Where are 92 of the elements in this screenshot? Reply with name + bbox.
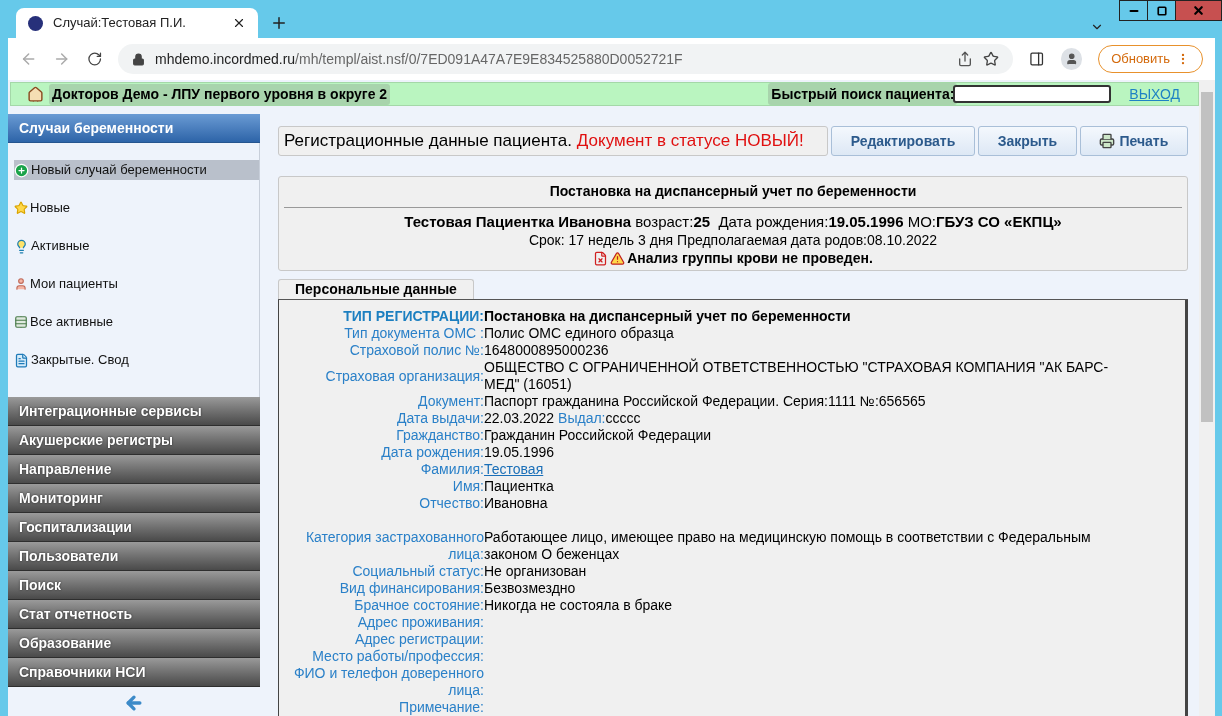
- field-value: Пациентка: [484, 478, 554, 495]
- field-label: Адрес регистрации:: [354, 631, 484, 648]
- favicon-icon: [28, 15, 43, 31]
- field-label: Дата выдачи:: [395, 410, 484, 427]
- warning-icon: [610, 250, 626, 266]
- field-value: Полис ОМС единого образца: [484, 325, 674, 342]
- share-icon[interactable]: [957, 51, 974, 67]
- field-value: Не организован: [484, 563, 587, 580]
- surname-link[interactable]: Тестовая: [484, 461, 544, 478]
- field-label: Адрес проживания:: [356, 614, 484, 631]
- field-value: 22.03.2022: [484, 410, 555, 427]
- field-value: ОБЩЕСТВО С ОГРАНИЧЕННОЙ ОТВЕТСТВЕННОСТЬЮ "СТРАХОВАЯ КОМПАНИЯ "АК БАРС-МЕД" (16051): [484, 359, 1110, 393]
- field-value: 19.05.1996: [484, 444, 555, 461]
- logout-link[interactable]: ВЫХОД: [1129, 83, 1180, 105]
- field-label: Выдал:: [558, 410, 606, 427]
- field-value: Безвозмездно: [484, 580, 576, 597]
- maximize-icon: [1156, 5, 1167, 16]
- sidebar-item[interactable]: Закрытые. Свод: [14, 350, 259, 370]
- field-value: 1648000895000236: [484, 342, 609, 358]
- field-label: Брачное состояние:: [353, 597, 484, 614]
- field-label: Место работы/профессия:: [311, 648, 484, 665]
- lightbulb-icon: [14, 238, 29, 254]
- field-label: Имя:: [451, 478, 484, 495]
- sidebar-section-header[interactable]: Справочники НСИ: [8, 658, 260, 687]
- field-label: ТИП РЕГИСТРАЦИИ:: [342, 308, 484, 325]
- sidebar-section-header[interactable]: Случаи беременности: [8, 114, 260, 143]
- sidebar-item[interactable]: Активные: [14, 236, 259, 256]
- field-value: Гражданин Российской Федерации: [484, 427, 712, 444]
- address-bar[interactable]: mhdemo.incordmed.ru/mh/templ/aist.nsf/0/7ED091A47A7E9E834525880D0052721F: [118, 44, 1014, 74]
- sidebar-section-header[interactable]: Направление: [8, 455, 260, 484]
- sidebar-item[interactable]: Новые: [14, 198, 259, 218]
- tab[interactable]: Персональные данные: [278, 279, 474, 299]
- plus-icon: [14, 162, 29, 178]
- pregnancy-term: Срок: 17 недель 3 дня Предполагаемая дата родов:08.10.2022: [528, 231, 938, 249]
- field-value: Постановка на диспансерный учет по беременности: [484, 308, 851, 325]
- print-button[interactable]: Печать: [1079, 126, 1188, 156]
- patient-info: Тестовая Пациентка Ивановна возраст:25 Дата рождения:19.05.1996 МО:ГБУЗ СО «ЕКПЦ»: [404, 213, 1062, 231]
- field-value: Ивановна: [484, 495, 548, 512]
- field-label: Страховой полис №:: [348, 342, 484, 359]
- star-icon: [14, 201, 28, 215]
- field-label: Страховая организация:: [324, 367, 484, 385]
- field-label: Документ:: [417, 393, 484, 410]
- field-value: ccccc: [605, 410, 641, 427]
- person-icon: [14, 277, 28, 291]
- field-label: Отчество:: [418, 495, 484, 512]
- sidebar-item[interactable]: Новый случай беременности: [14, 160, 259, 180]
- field-label: ФИО и телефон доверенного лица:: [292, 665, 484, 699]
- browser-tab[interactable]: Случай:Тестовая П.И.: [16, 8, 258, 38]
- bookmark-star-icon[interactable]: [983, 51, 1000, 67]
- document-icon: [593, 250, 609, 266]
- sidebar-item[interactable]: Мои пациенты: [14, 274, 259, 294]
- sidebar-section-header[interactable]: Мониторинг: [8, 484, 260, 513]
- sidebar-section-header[interactable]: Акушерские регистры: [8, 426, 260, 455]
- profile-icon[interactable]: [1060, 48, 1083, 70]
- sidebar-section-header[interactable]: Госпитализации: [8, 513, 260, 542]
- sidebar-section-header[interactable]: Поиск: [8, 571, 260, 600]
- patient-search-field[interactable]: [953, 85, 1112, 103]
- field-label: Социальный статус:: [351, 563, 484, 580]
- field-label: Фамилия:: [419, 461, 484, 478]
- field-label: Дата рождения:: [380, 444, 484, 461]
- close-icon: [1192, 4, 1205, 17]
- lock-icon: [132, 52, 145, 66]
- sidebar-section-header[interactable]: Интеграционные сервисы: [8, 397, 260, 426]
- sidebar-section-header[interactable]: Образование: [8, 629, 260, 658]
- close-window-button[interactable]: [1176, 1, 1221, 20]
- field-label: Гражданство:: [395, 427, 484, 444]
- sidebar-item[interactable]: Все активные: [14, 312, 259, 332]
- warning-text: Анализ группы крови не проведен.: [627, 249, 873, 267]
- field-value: Никогда не состояла в браке: [484, 597, 673, 614]
- toolbar-button[interactable]: Редактировать: [831, 126, 975, 156]
- field-label: Тип документа ОМС :: [343, 325, 484, 342]
- table-icon: [14, 315, 28, 329]
- field-label: Примечание:: [398, 699, 484, 716]
- summary-heading: Постановка на диспансерный учет по беременности: [549, 182, 917, 200]
- printer-icon: [1099, 133, 1116, 149]
- sidebar-section-header[interactable]: Стат отчетность: [8, 600, 260, 629]
- organization-name: Докторов Демо - ЛПУ первого уровня в округе 2: [49, 83, 391, 105]
- quick-search: Быстрый поиск пациента:: [768, 83, 958, 105]
- page-title: Регистрационные данные пациента. Документ в статусе НОВЫЙ!: [278, 126, 828, 156]
- field-label: Вид финансирования:: [338, 580, 484, 597]
- home-icon[interactable]: [27, 85, 44, 103]
- document-icon: [14, 352, 29, 368]
- side-panel-icon[interactable]: [1029, 51, 1045, 67]
- new-tab-icon[interactable]: [270, 14, 288, 32]
- scrollbar[interactable]: [1199, 80, 1215, 716]
- toolbar-button[interactable]: Закрыть: [978, 126, 1077, 156]
- close-tab-icon[interactable]: [232, 16, 246, 30]
- reload-icon[interactable]: [86, 51, 102, 67]
- sidebar-section-header[interactable]: Пользователи: [8, 542, 260, 571]
- field-label: Категория застрахованного лица:: [304, 529, 484, 563]
- field-value: Работающее лицо, имеющее право на медицинскую помощь в соответствии с Федеральным законом О беженцах: [484, 529, 1092, 563]
- field-value: Паспорт гражданина Российской Федерации. Серия:1111 №:656565: [484, 393, 926, 410]
